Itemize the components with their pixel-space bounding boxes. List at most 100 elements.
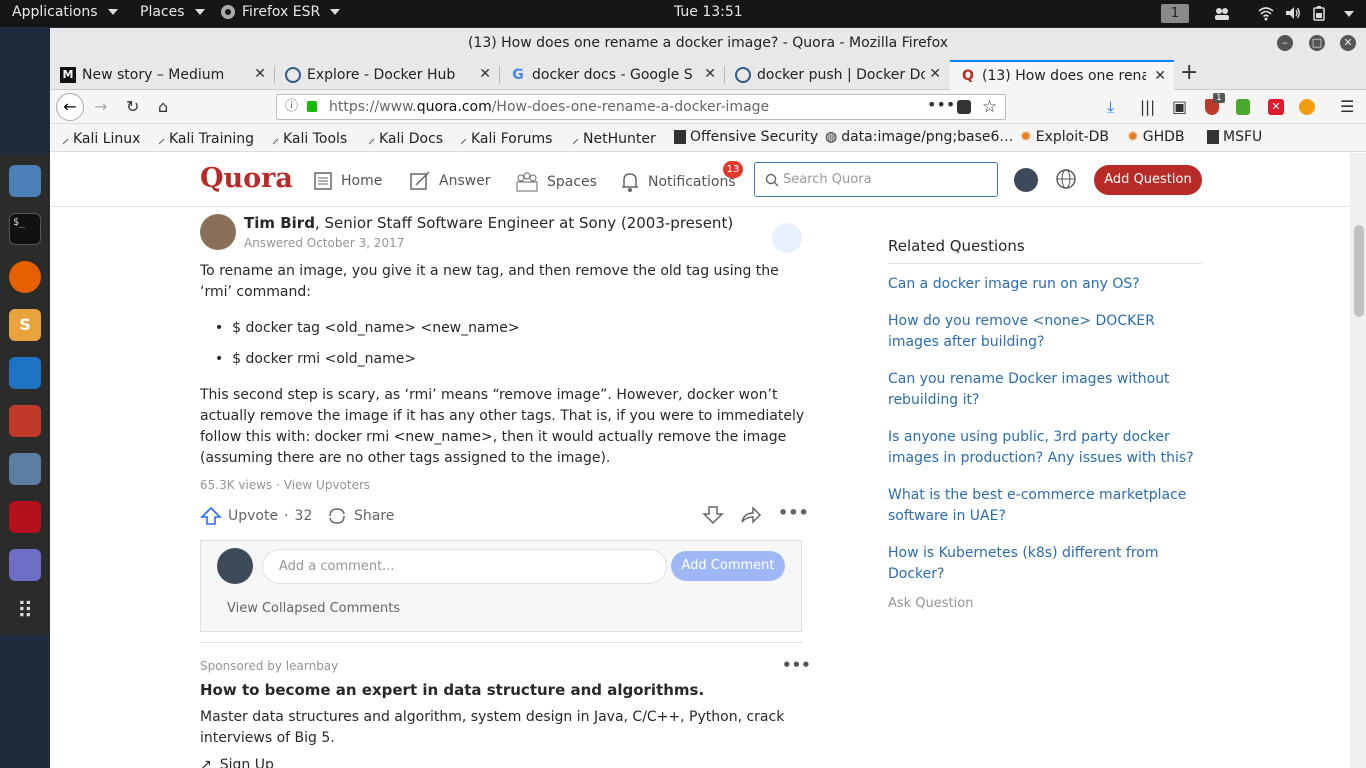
bookmark-answer-icon[interactable] xyxy=(772,223,802,253)
text-editor-icon[interactable] xyxy=(9,549,41,581)
close-window-button[interactable]: ✕ xyxy=(1340,35,1356,51)
close-tab-icon[interactable]: ✕ xyxy=(479,66,491,82)
close-tab-icon[interactable]: ✕ xyxy=(1154,68,1166,84)
bookmark-kali-docs[interactable]: ⸝ Kali Docs xyxy=(368,129,443,148)
disable-icon[interactable] xyxy=(1299,99,1315,115)
page-actions-icon[interactable]: ••• xyxy=(927,93,955,117)
wifi-icon[interactable] xyxy=(1258,5,1274,21)
signup-link[interactable]: ↗ Sign Up xyxy=(200,757,274,768)
search-input[interactable]: Search Quora xyxy=(754,162,998,197)
people-icon[interactable] xyxy=(1214,5,1230,21)
lock-icon[interactable] xyxy=(307,101,317,112)
close-tab-icon[interactable]: ✕ xyxy=(254,66,266,82)
bookmark-kali-linux[interactable]: ⸝ Kali Linux xyxy=(62,129,140,148)
nav-notifications[interactable]: Notifications xyxy=(620,171,736,193)
bookmark-msfu[interactable]: MSFU xyxy=(1207,129,1262,145)
related-question-link[interactable]: How is Kubernetes (k8s) different from D… xyxy=(888,543,1202,585)
sponsored-title[interactable]: How to become an expert in data structur… xyxy=(200,681,704,699)
url-bar[interactable]: ⓘ https://www.quora.com/How-does-one-ren… xyxy=(276,94,1006,120)
related-question-link[interactable]: What is the best e-commerce marketplace … xyxy=(888,485,1202,527)
firefox-app-menu[interactable]: Firefox ESR xyxy=(220,4,341,20)
tab-medium[interactable]: M New story – Medium ✕ xyxy=(50,60,274,90)
answer-date[interactable]: Answered October 3, 2017 xyxy=(244,236,404,250)
close-tab-icon[interactable]: ✕ xyxy=(704,66,716,82)
related-question-link[interactable]: How do you remove <none> DOCKER images a… xyxy=(888,311,1202,353)
files-icon[interactable] xyxy=(9,165,41,197)
back-button[interactable]: ← xyxy=(56,93,84,121)
more-options-icon[interactable]: ••• xyxy=(778,503,809,522)
chevron-down-icon xyxy=(107,9,118,15)
reload-button[interactable]: ↻ xyxy=(126,98,139,116)
bookmark-kali-forums[interactable]: ⸝ Kali Forums xyxy=(460,129,552,148)
page-scrollbar[interactable] xyxy=(1350,153,1366,768)
avatar[interactable] xyxy=(1014,168,1038,192)
add-comment-button[interactable]: Add Comment xyxy=(671,551,785,581)
scrollbar-thumb[interactable] xyxy=(1354,225,1364,317)
downloads-icon[interactable]: ⤓ xyxy=(1107,98,1114,116)
info-icon[interactable]: ⓘ xyxy=(285,95,298,119)
close-tab-icon[interactable]: ✕ xyxy=(929,66,941,82)
ask-question-link[interactable]: Ask Question xyxy=(888,596,1202,611)
quora-logo[interactable]: Quora xyxy=(200,163,293,194)
bookmark-kali-training[interactable]: ⸝ Kali Training xyxy=(158,129,254,148)
add-question-button[interactable]: Add Question xyxy=(1094,165,1202,195)
nav-answer[interactable]: Answer xyxy=(409,171,491,191)
tab-google[interactable]: G docker docs - Google Sea✕ xyxy=(500,60,724,90)
comment-input[interactable]: Add a comment... xyxy=(262,549,667,584)
related-question-link[interactable]: Can you rename Docker images without reb… xyxy=(888,369,1202,411)
system-menu-chevron-icon[interactable] xyxy=(1344,11,1354,17)
sublime-text-icon[interactable]: S xyxy=(9,309,41,341)
view-upvoters-link[interactable]: View Upvoters xyxy=(284,478,370,492)
tab-docker-hub[interactable]: Explore - Docker Hub ✕ xyxy=(275,60,499,90)
bookmark-kali-tools[interactable]: ⸝ Kali Tools xyxy=(272,129,347,148)
maximize-button[interactable]: □ xyxy=(1309,35,1325,51)
nav-home[interactable]: Home xyxy=(313,171,382,191)
battery-icon[interactable] xyxy=(1312,5,1328,21)
ad-more-icon[interactable]: ••• xyxy=(782,656,811,674)
downvote-icon[interactable] xyxy=(702,505,724,525)
volume-icon[interactable] xyxy=(1285,5,1301,21)
bookmark-offensive-security[interactable]: Offensive Security xyxy=(674,129,818,145)
settings-icon[interactable] xyxy=(9,453,41,485)
tab-docker-docs[interactable]: docker push | Docker Doc ✕ xyxy=(725,60,949,90)
vscode-icon[interactable] xyxy=(9,357,41,389)
bookmark-star-icon[interactable]: ☆ xyxy=(982,95,997,119)
firefox-icon[interactable] xyxy=(9,261,41,293)
author-name[interactable]: Tim Bird xyxy=(244,214,315,232)
globe-language-icon[interactable] xyxy=(1055,168,1077,190)
related-question-link[interactable]: Is anyone using public, 3rd party docker… xyxy=(888,427,1202,469)
bookmark-nethunter[interactable]: ⸝ NetHunter xyxy=(572,129,656,148)
forward-button[interactable]: → xyxy=(94,98,107,116)
author-credential: , Senior Staff Software Engineer at Sony… xyxy=(314,214,734,232)
bookmark-ghdb[interactable]: ✹ GHDB xyxy=(1127,129,1185,145)
applications-menu[interactable]: Applications xyxy=(12,4,118,20)
pocket-icon[interactable] xyxy=(957,100,971,114)
glasses-app-icon[interactable] xyxy=(9,405,41,437)
download-helper-icon[interactable] xyxy=(1236,99,1250,115)
library-icon[interactable]: ||| xyxy=(1140,98,1155,116)
share-arrow-icon[interactable] xyxy=(740,505,762,525)
terminal-icon[interactable]: $_ xyxy=(9,213,41,245)
new-tab-button[interactable]: + xyxy=(1180,60,1198,85)
workspace-indicator[interactable]: 1 xyxy=(1161,4,1189,23)
firefox-icon xyxy=(221,5,235,19)
places-menu[interactable]: Places xyxy=(140,4,205,20)
minimize-button[interactable]: – xyxy=(1277,35,1293,51)
tab-quora-active[interactable]: Q (13) How does one renam ✕ xyxy=(950,60,1174,90)
hamburger-menu-icon[interactable]: ☰ xyxy=(1340,98,1354,116)
home-button[interactable]: ⌂ xyxy=(158,98,168,116)
show-apps-icon[interactable]: ⠿ xyxy=(9,597,41,629)
nav-spaces[interactable]: Spaces xyxy=(515,171,597,193)
view-collapsed-comments[interactable]: View Collapsed Comments xyxy=(227,601,400,616)
bookmark-data-image[interactable]: ◍ data:image/png;base6… xyxy=(825,129,1013,145)
upvote-button[interactable]: Upvote · 32 xyxy=(200,506,312,526)
navigation-bar: ← → ↻ ⌂ ⓘ https://www.quora.com/How-does… xyxy=(50,90,1366,124)
share-reshare-button[interactable]: Share xyxy=(326,506,394,526)
related-question-link[interactable]: Can a docker image run on any OS? xyxy=(888,274,1202,295)
author-avatar[interactable] xyxy=(200,214,236,250)
sidebar-icon[interactable]: ▣ xyxy=(1172,98,1187,116)
noscript-icon[interactable]: ✕ xyxy=(1268,99,1284,115)
cherrytree-icon[interactable] xyxy=(9,501,41,533)
bookmark-exploit-db[interactable]: ✹ Exploit-DB xyxy=(1020,129,1109,145)
clock[interactable]: Tue 13:51 xyxy=(674,4,743,20)
